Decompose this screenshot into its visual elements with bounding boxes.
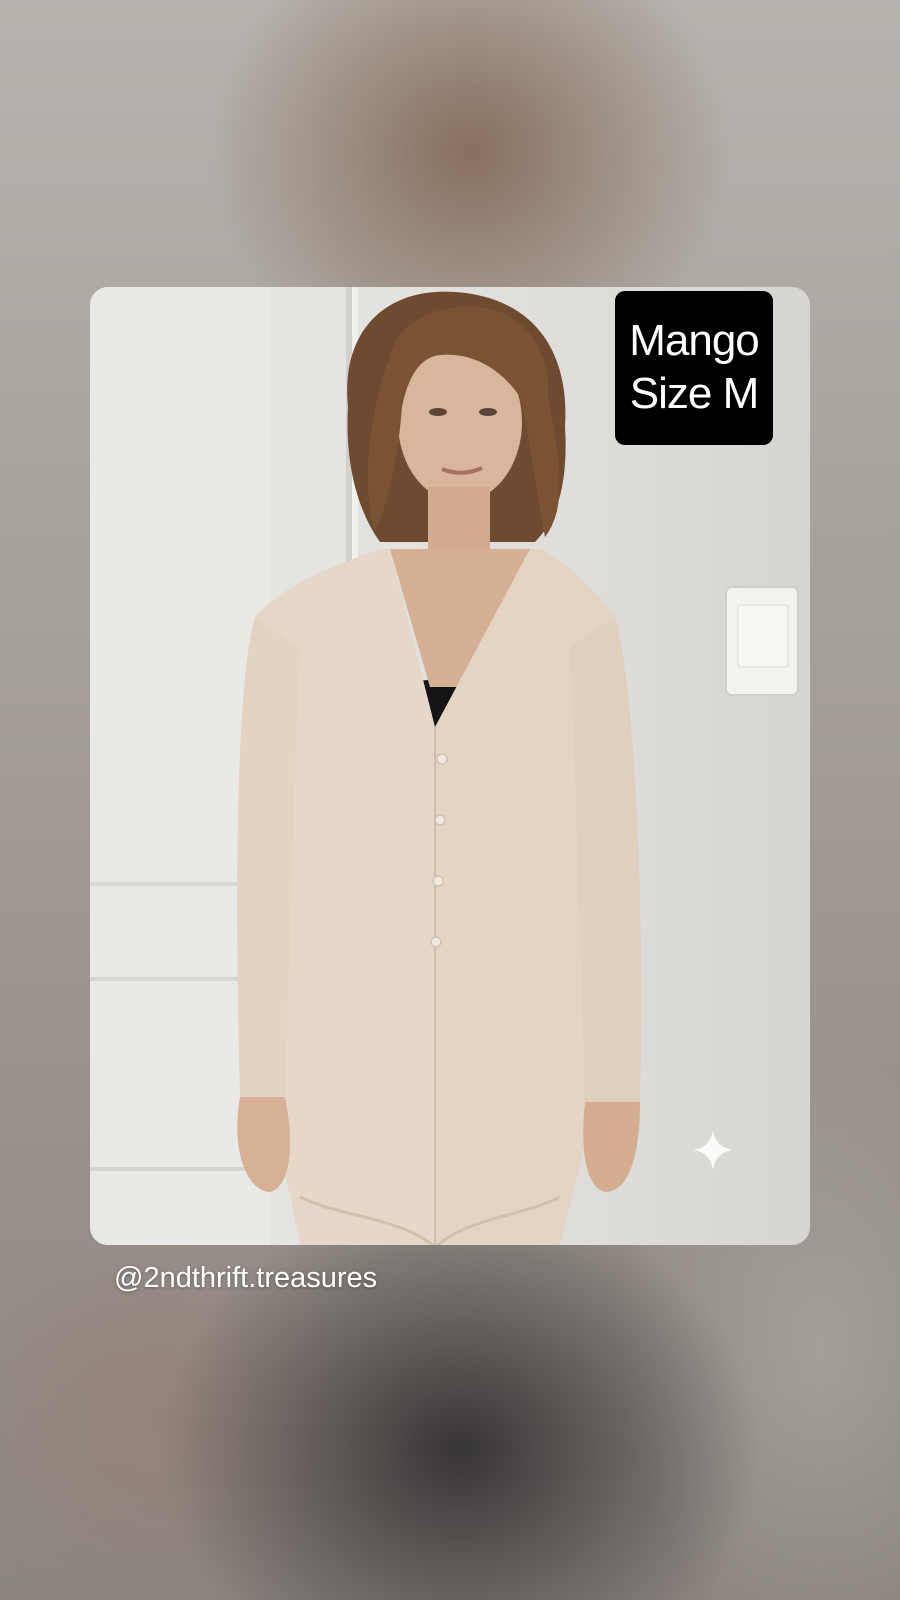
size-label: Size M <box>629 369 759 418</box>
sparkle-icon <box>693 1130 733 1170</box>
brand-size-tag: Mango Size M <box>615 291 773 445</box>
brand-label: Mango <box>629 316 760 366</box>
account-handle[interactable]: @2ndthrift.treasures <box>114 1262 377 1295</box>
